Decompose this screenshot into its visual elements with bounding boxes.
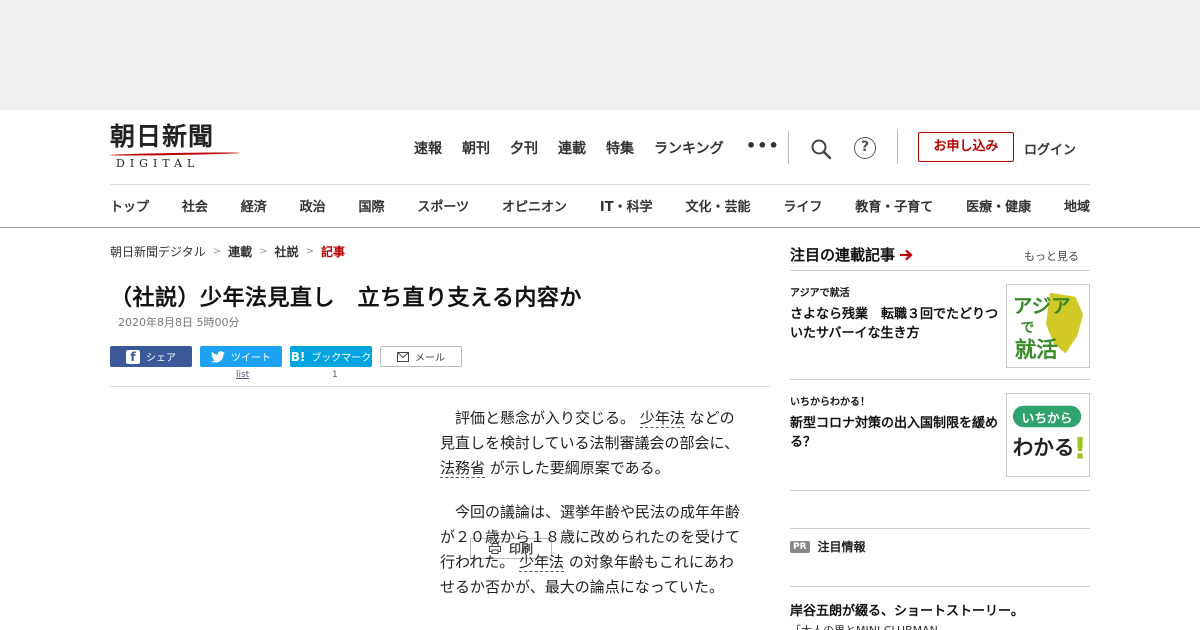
keyword-link[interactable]: 法務省	[440, 459, 486, 478]
thumb-text: いちから	[1022, 410, 1073, 425]
thumb-text: !	[1073, 431, 1086, 465]
pr-label: 注目情報	[817, 540, 866, 554]
header-divider-line	[110, 184, 1090, 185]
logo-subtext: DIGITAL	[116, 157, 200, 170]
catnav-item-life[interactable]: ライフ	[783, 196, 822, 215]
more-menu-icon[interactable]: •••	[746, 136, 780, 155]
site-logo[interactable]: 朝日新聞 DIGITAL	[109, 122, 241, 170]
catnav-item-top[interactable]: トップ	[110, 196, 149, 215]
header-divider	[897, 130, 898, 164]
share-label: シェア	[146, 353, 176, 364]
catnav-item-economy[interactable]: 経済	[241, 196, 267, 215]
thumb-text: 就活	[1015, 337, 1058, 363]
sidebar-divider	[790, 586, 1090, 587]
tweet-count[interactable]: list	[236, 370, 249, 380]
article-divider	[110, 386, 770, 387]
topnav-item-series[interactable]: 連載	[558, 138, 586, 158]
sidebar-article-title[interactable]: 新型コロナ対策の出入国制限を緩める？	[790, 414, 1002, 452]
arrow-right-icon	[900, 249, 913, 260]
article-paragraph: 評価と懸念が入り交じる。 少年法 などの見直しを検討している法制審議会の部会に、…	[440, 409, 740, 478]
catnav-item-culture[interactable]: 文化・芸能	[685, 196, 750, 215]
thumb-text: アジア	[1013, 294, 1071, 317]
category-nav: トップ 社会 経済 政治 国際 スポーツ オピニオン IT・科学 文化・芸能 ラ…	[110, 196, 1090, 215]
twitter-share-button[interactable]: ツイート	[200, 346, 282, 367]
sidebar-more-link[interactable]: もっと見る	[1024, 248, 1079, 264]
hatena-icon: B!	[290, 349, 306, 364]
breadcrumb-item[interactable]: 朝日新聞デジタル	[110, 243, 206, 260]
twitter-icon	[211, 350, 225, 363]
pr-section-heading: PR 注目情報	[790, 538, 866, 555]
keyword-link[interactable]: 少年法	[519, 553, 565, 572]
topnav-item-features[interactable]: 特集	[606, 138, 634, 158]
sidebar-article-thumbnail[interactable]: いちから わかる !	[1006, 393, 1090, 477]
catnav-item-education[interactable]: 教育・子育て	[855, 196, 933, 215]
thumb-text: わかる	[1013, 436, 1075, 460]
catnav-item-opinion[interactable]: オピニオン	[502, 196, 567, 215]
sidebar-divider	[790, 379, 1090, 380]
sidebar-article-title[interactable]: さよなら残業 転職３回でたどりついたサバーイな生き方	[790, 305, 1002, 343]
share-label: ツイート	[231, 353, 271, 364]
login-link[interactable]: ログイン	[1024, 139, 1076, 158]
site-header: 朝日新聞 DIGITAL 速報 朝刊 夕刊 連載 特集 ランキング ••• ? …	[0, 110, 1200, 228]
top-nav: 速報 朝刊 夕刊 連載 特集 ランキング	[414, 138, 744, 158]
sidebar-divider	[790, 490, 1090, 491]
logo-text: 朝日新聞	[110, 122, 215, 151]
sidebar-article[interactable]: いちからわかる！ 新型コロナ対策の出入国制限を緩める？ いちから わかる !	[790, 393, 1090, 477]
thumb-text: で	[1021, 320, 1035, 336]
mail-share-button[interactable]: メール	[380, 346, 462, 367]
catnav-item-health[interactable]: 医療・健康	[966, 196, 1031, 215]
breadcrumb: 朝日新聞デジタル > 連載 > 社説 > 記事	[110, 243, 345, 260]
catnav-item-politics[interactable]: 政治	[300, 196, 326, 215]
facebook-share-button[interactable]: f シェア	[110, 346, 192, 367]
search-icon[interactable]	[810, 138, 832, 160]
share-label: ブックマーク	[311, 353, 372, 364]
sidebar-divider	[790, 270, 1090, 271]
mail-icon	[397, 351, 409, 362]
promo-subtitle[interactable]: 「大人の男とMINI CLUBMAN	[790, 622, 938, 630]
catnav-item-sports[interactable]: スポーツ	[417, 196, 469, 215]
topnav-item-evening[interactable]: 夕刊	[510, 138, 538, 158]
ad-banner-area	[0, 0, 1200, 110]
breadcrumb-current: 記事	[320, 245, 345, 259]
keyword-link[interactable]: 少年法	[639, 409, 685, 428]
catnav-item-local[interactable]: 地域	[1064, 196, 1090, 215]
sidebar-heading[interactable]: 注目の連載記事	[790, 244, 913, 265]
catnav-item-society[interactable]: 社会	[182, 196, 208, 215]
topnav-item-ranking[interactable]: ランキング	[654, 138, 724, 158]
article-paragraph: 今回の議論は、選挙年齢や民法の成年年齢が２０歳から１８歳に改められたのを受けて行…	[440, 503, 741, 596]
topnav-item-breaking[interactable]: 速報	[414, 138, 442, 158]
breadcrumb-separator: >	[259, 246, 268, 257]
hatena-bookmark-button[interactable]: B! ブックマーク	[290, 346, 372, 367]
topnav-item-morning[interactable]: 朝刊	[462, 138, 490, 158]
catnav-item-international[interactable]: 国際	[359, 196, 385, 215]
breadcrumb-separator: >	[212, 246, 222, 257]
bookmark-count: 1	[332, 370, 338, 380]
sidebar-divider	[790, 528, 1090, 529]
breadcrumb-item[interactable]: 社説	[275, 243, 299, 260]
article-body: 評価と懸念が入り交じる。 少年法 などの見直しを検討している法制審議会の部会に、…	[440, 406, 746, 619]
pr-badge: PR	[790, 540, 810, 553]
header-divider	[788, 130, 789, 164]
logo-underline	[109, 151, 241, 157]
sidebar-article[interactable]: アジアで就活 さよなら残業 転職３回でたどりついたサバーイな生き方 アジア で …	[790, 284, 1090, 368]
catnav-item-it-science[interactable]: IT・科学	[600, 196, 653, 215]
breadcrumb-separator: >	[305, 246, 314, 257]
share-label: メール	[415, 353, 445, 364]
promo-title[interactable]: 岸谷五朗が綴る、ショートストーリー。	[790, 600, 1024, 619]
help-icon[interactable]: ?	[854, 137, 876, 159]
article-date: 2020年8月8日 5時00分	[118, 316, 240, 329]
article-title: （社説）少年法見直し 立ち直り支える内容か	[110, 286, 582, 311]
facebook-icon: f	[126, 349, 140, 364]
breadcrumb-item[interactable]: 連載	[228, 243, 252, 260]
subscribe-button[interactable]: お申し込み	[918, 132, 1014, 162]
sidebar-article-thumbnail[interactable]: アジア で 就活	[1006, 284, 1090, 368]
